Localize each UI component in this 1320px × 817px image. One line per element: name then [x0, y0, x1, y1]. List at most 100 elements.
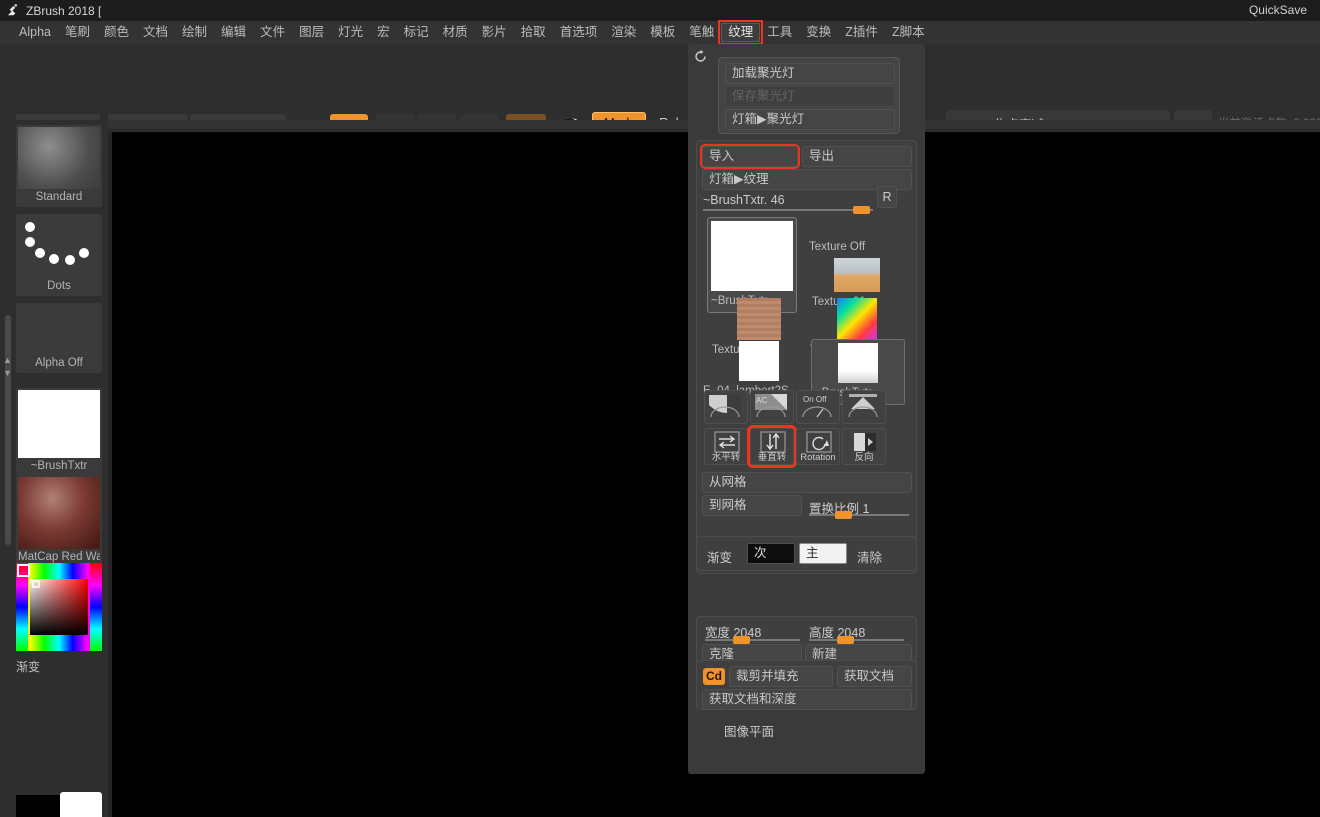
brush-thumbnail — [18, 127, 100, 189]
flip-vertical-button[interactable]: 垂直转 — [747, 425, 797, 468]
refresh-icon[interactable] — [694, 50, 707, 63]
texture-swatch[interactable]: ~BrushTxtr — [16, 388, 102, 476]
texture-tile-label: Texture Off — [809, 241, 866, 253]
load-spotlight-button[interactable]: 加载聚光灯 — [725, 63, 895, 84]
brush-swatch[interactable]: Standard — [16, 125, 102, 207]
rotation-label: Rotation — [800, 452, 836, 463]
menu-item-alpha[interactable]: Alpha — [12, 23, 58, 42]
menu-item-color[interactable]: 颜色 — [97, 23, 136, 42]
crop-and-fill-button[interactable]: 裁剪并填充 — [729, 666, 833, 687]
texture-thumbnail — [18, 390, 100, 458]
menu-item-render[interactable]: 渲染 — [604, 23, 643, 42]
on-off-button[interactable]: On Off — [796, 390, 840, 424]
brush-label: Standard — [35, 191, 83, 203]
save-spotlight-button[interactable]: 保存聚光灯 — [725, 86, 895, 107]
texture-tile-off[interactable]: Texture Off — [809, 237, 905, 255]
texture-reset-button[interactable]: R — [877, 186, 897, 208]
gradient-group: 渐变 次 主 清除 — [696, 536, 917, 571]
alpha-adjust-icon — [709, 395, 741, 418]
menu-bar: Alpha 笔刷 颜色 文档 绘制 编辑 文件 图层 灯光 宏 标记 材质 影片… — [0, 20, 1320, 45]
material-thumbnail — [18, 477, 100, 549]
top-toolbar: 主页 灯箱 预览布尔渲染 Edit 绘制 M 移动 S — [0, 44, 1320, 159]
grab-document-depth-button[interactable]: 获取文档和深度 — [702, 689, 912, 710]
alpha-label: Alpha Off — [35, 357, 83, 369]
height-knob[interactable] — [837, 636, 854, 644]
lightbox-spotlight-button[interactable]: 灯箱▶聚光灯 — [725, 109, 895, 130]
texture-io-group: 导入 导出 灯箱▶纹理 ~BrushTxtr. 46 R ~BrushTxtr … — [696, 140, 917, 574]
texture-tile-thumb — [837, 298, 877, 340]
grab-document-button[interactable]: 获取文档 — [837, 666, 912, 687]
texture-label: ~BrushTxtr — [30, 460, 88, 472]
flip-horizontal-label: 水平转 — [711, 452, 741, 463]
menu-item-material[interactable]: 材质 — [436, 23, 475, 42]
width-knob[interactable] — [733, 636, 750, 644]
menu-item-brush[interactable]: 笔刷 — [58, 23, 97, 42]
current-texture-label: ~BrushTxtr. 46 — [703, 193, 785, 207]
flip-vertical-label: 垂直转 — [757, 452, 787, 463]
svg-text:AC: AC — [756, 396, 767, 405]
import-button[interactable]: 导入 — [700, 144, 800, 169]
auto-contrast-icon: AC — [755, 394, 787, 418]
primary-color-field[interactable]: 主 — [799, 543, 847, 564]
primary-color-swatch[interactable] — [16, 795, 60, 817]
menu-item-layer[interactable]: 图层 — [292, 23, 331, 42]
title-bar: ZBrush 2018 [ QuickSave — [0, 0, 1320, 21]
color-picker[interactable] — [16, 563, 102, 651]
menu-item-document[interactable]: 文档 — [136, 23, 175, 42]
noise-curve-icon — [848, 394, 878, 418]
menu-item-draw[interactable]: 绘制 — [175, 23, 214, 42]
cd-badge[interactable]: Cd — [703, 668, 725, 685]
displacement-ratio-slider[interactable] — [809, 511, 909, 519]
texture-tile-thumb — [737, 298, 781, 340]
menu-item-texture[interactable]: 纹理 — [718, 20, 764, 45]
stroke-swatch[interactable]: Dots — [16, 214, 102, 296]
displacement-ratio-knob[interactable] — [835, 511, 852, 519]
quicksave-button[interactable]: QuickSave — [1249, 3, 1307, 17]
alpha-thumbnail — [18, 305, 100, 355]
from-mesh-button[interactable]: 从网格 — [702, 472, 912, 493]
invert-button[interactable]: 反向 — [842, 428, 886, 465]
stroke-label: Dots — [47, 280, 71, 292]
rotation-button[interactable]: Rotation — [796, 428, 840, 465]
menu-item-stroke[interactable]: 笔触 — [682, 23, 721, 42]
invert-label: 反向 — [854, 452, 874, 463]
current-texture-slider[interactable] — [703, 206, 873, 214]
alpha-swatch[interactable]: Alpha Off — [16, 303, 102, 373]
secondary-color-field[interactable]: 次 — [747, 543, 795, 564]
texture-tile-thumb — [834, 258, 880, 292]
gradient-label: 渐变 — [16, 660, 41, 674]
menu-item-picker[interactable]: 拾取 — [514, 23, 553, 42]
width-slider[interactable] — [705, 636, 800, 644]
menu-item-zplugin[interactable]: Z插件 — [838, 23, 885, 42]
secondary-color-swatch[interactable] — [60, 792, 102, 817]
current-texture-knob[interactable] — [853, 206, 870, 214]
menu-item-transform[interactable]: 变换 — [799, 23, 838, 42]
to-mesh-button[interactable]: 到网格 — [702, 495, 802, 516]
scroll-down-arrow-icon[interactable]: ▼ — [3, 368, 12, 378]
menu-item-edit[interactable]: 编辑 — [214, 23, 253, 42]
menu-item-light[interactable]: 灯光 — [331, 23, 370, 42]
alpha-adjust-button[interactable] — [704, 390, 748, 424]
menu-item-stencil[interactable]: 模板 — [643, 23, 682, 42]
noise-curve-button[interactable] — [842, 390, 886, 424]
window-title: ZBrush 2018 [ — [26, 3, 102, 18]
menu-item-file[interactable]: 文件 — [253, 23, 292, 42]
image-plane-label[interactable]: 图像平面 — [724, 721, 774, 740]
zbrush-window: ZBrush 2018 [ QuickSave Alpha 笔刷 颜色 文档 绘… — [0, 0, 1320, 817]
export-button[interactable]: 导出 — [802, 146, 912, 167]
height-slider[interactable] — [809, 636, 904, 644]
dots-stroke-icon — [25, 222, 89, 265]
auto-contrast-button[interactable]: AC — [750, 390, 794, 424]
on-off-icon: On Off — [802, 395, 832, 418]
menu-item-marker[interactable]: 标记 — [397, 23, 436, 42]
menu-item-macro[interactable]: 宏 — [370, 23, 397, 42]
menu-item-tool[interactable]: 工具 — [760, 23, 799, 42]
sidebar-scrollbar[interactable] — [5, 315, 11, 545]
menu-item-preferences[interactable]: 首选项 — [553, 23, 605, 42]
scroll-up-arrow-icon[interactable]: ▲ — [3, 355, 12, 365]
flip-horizontal-button[interactable]: 水平转 — [704, 428, 748, 465]
menu-item-zscript[interactable]: Z脚本 — [885, 23, 932, 42]
menu-item-movie[interactable]: 影片 — [475, 23, 514, 42]
material-swatch[interactable]: MatCap Red Wa — [16, 475, 102, 567]
clear-button[interactable]: 清除 — [857, 547, 882, 566]
